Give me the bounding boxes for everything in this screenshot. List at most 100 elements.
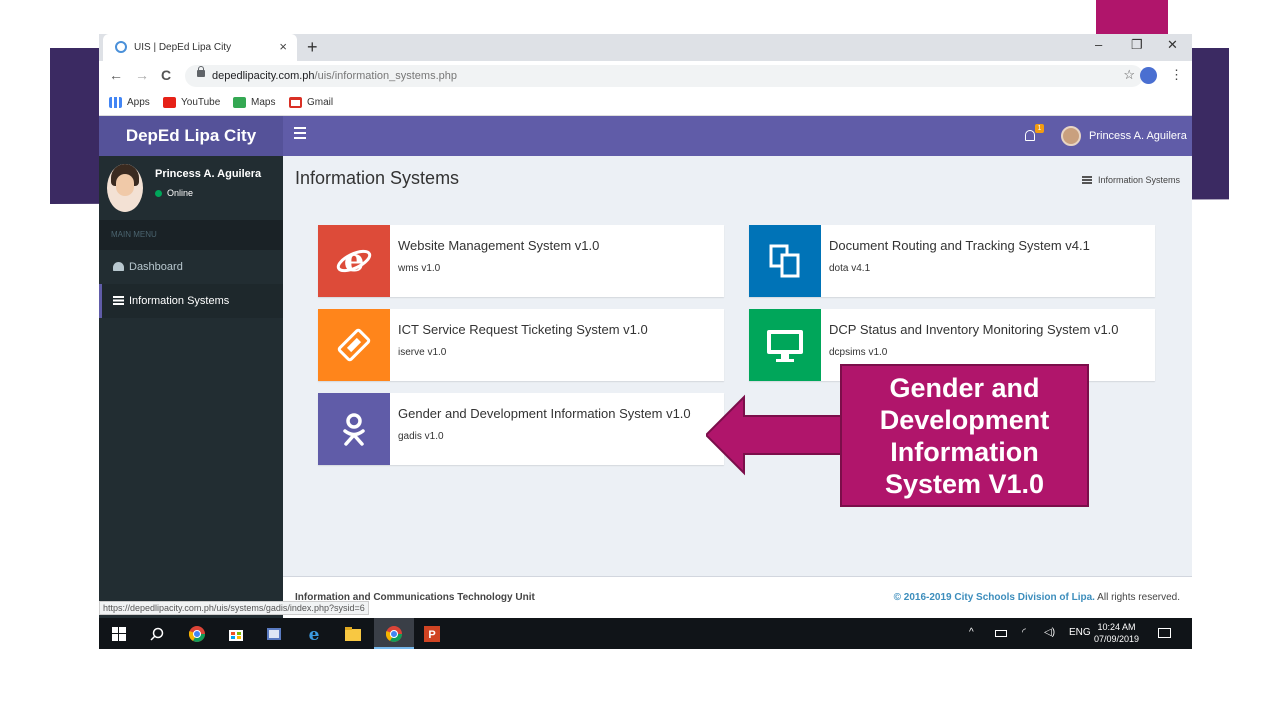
card-subtitle: wms v1.0 bbox=[398, 263, 441, 274]
status-bar-url: https://depedlipacity.com.ph/uis/systems… bbox=[99, 601, 369, 615]
notifications-icon[interactable] bbox=[1158, 628, 1171, 638]
list-icon bbox=[113, 296, 124, 305]
new-tab-button[interactable]: + bbox=[307, 37, 318, 58]
tab-bar: UIS | DepEd Lipa City × + – ❐ ✕ bbox=[99, 34, 1192, 61]
sidebar: Princess A. Aguilera Online MAIN MENU Da… bbox=[99, 156, 283, 649]
language-indicator[interactable]: ENG bbox=[1069, 627, 1091, 638]
powerpoint-icon[interactable]: P bbox=[423, 625, 441, 643]
presentation-slide: UIS | DepEd Lipa City × + – ❐ ✕ ← → C de… bbox=[0, 0, 1280, 720]
clock-time: 10:24 AM bbox=[1097, 622, 1136, 632]
edge-browser-icon[interactable]: e bbox=[305, 625, 323, 643]
card-subtitle: dcpsims v1.0 bbox=[829, 347, 888, 358]
windows-start-icon[interactable] bbox=[110, 625, 128, 643]
header-user-name[interactable]: Princess A. Aguilera bbox=[1089, 130, 1187, 142]
breadcrumb: Information Systems bbox=[1081, 175, 1180, 185]
tab-title: UIS | DepEd Lipa City bbox=[134, 42, 232, 53]
system-card-iserve[interactable]: ICT Service Request Ticketing System v1.… bbox=[318, 309, 724, 381]
browser-screenshot: UIS | DepEd Lipa City × + – ❐ ✕ ← → C de… bbox=[99, 34, 1192, 649]
clock-date: 07/09/2019 bbox=[1094, 634, 1140, 644]
svg-text:e: e bbox=[309, 626, 320, 642]
system-clock[interactable]: 10:24 AM 07/09/2019 bbox=[1094, 621, 1139, 645]
tray-chevron-icon[interactable]: ^ bbox=[969, 627, 974, 638]
browser-tab[interactable]: UIS | DepEd Lipa City × bbox=[103, 34, 297, 61]
forward-button[interactable]: → bbox=[135, 67, 149, 83]
bookmark-label: Maps bbox=[251, 97, 276, 108]
rights-text: All rights reserved. bbox=[1094, 592, 1180, 603]
menu-header: MAIN MENU bbox=[99, 220, 283, 250]
card-title: Document Routing and Tracking System v4.… bbox=[829, 238, 1090, 253]
copyright-link[interactable]: © 2016-2019 City Schools Division of Lip… bbox=[894, 592, 1095, 603]
status-text: Online bbox=[167, 188, 194, 198]
url-domain: depedlipacity.com.ph bbox=[212, 70, 315, 82]
minimize-button[interactable]: – bbox=[1095, 37, 1102, 52]
notification-badge: 1 bbox=[1035, 124, 1044, 133]
chrome-icon[interactable] bbox=[188, 625, 206, 643]
sidebar-item-information-systems[interactable]: Information Systems bbox=[99, 284, 283, 318]
search-icon[interactable] bbox=[148, 625, 166, 643]
odnoklassniki-icon bbox=[318, 393, 390, 465]
close-window-button[interactable]: ✕ bbox=[1167, 37, 1178, 53]
card-subtitle: iserve v1.0 bbox=[398, 347, 447, 358]
url-path: /uis/information_systems.php bbox=[314, 70, 457, 82]
store-icon[interactable] bbox=[227, 625, 245, 643]
sidebar-item-label: Dashboard bbox=[129, 261, 183, 273]
ticket-icon bbox=[318, 309, 390, 381]
reload-button[interactable]: C bbox=[161, 67, 171, 83]
bookmark-maps[interactable]: Maps bbox=[233, 97, 275, 108]
battery-icon[interactable] bbox=[995, 630, 1007, 637]
bookmark-gmail[interactable]: Gmail bbox=[289, 97, 333, 108]
sidebar-item-dashboard[interactable]: Dashboard bbox=[99, 250, 283, 284]
page-title: Information Systems bbox=[295, 168, 460, 188]
notification-bell-icon[interactable] bbox=[1025, 130, 1035, 141]
chrome-icon[interactable] bbox=[385, 625, 403, 643]
sidebar-toggle-icon[interactable] bbox=[294, 127, 306, 142]
dashboard-icon bbox=[113, 262, 124, 271]
svg-text:e: e bbox=[344, 242, 364, 279]
bookmark-label: Apps bbox=[127, 97, 150, 108]
browser-menu-icon[interactable]: ⋮ bbox=[1170, 67, 1183, 83]
callout-text: Gender and Development Information Syste… bbox=[879, 373, 1050, 499]
address-toolbar: ← → C depedlipacity.com.ph/uis/informati… bbox=[99, 61, 1192, 91]
bookmark-apps[interactable]: Apps bbox=[109, 97, 150, 108]
callout-arrow-icon bbox=[706, 394, 845, 476]
bookmark-youtube[interactable]: YouTube bbox=[163, 97, 220, 108]
breadcrumb-label: Information Systems bbox=[1097, 175, 1180, 185]
apps-grid-icon bbox=[109, 97, 122, 108]
wifi-icon[interactable]: ◜ bbox=[1022, 627, 1026, 638]
app-header: DepEd Lipa City 1 Princess A. Aguilera bbox=[99, 116, 1192, 156]
back-button[interactable]: ← bbox=[109, 67, 123, 83]
file-explorer-icon[interactable] bbox=[344, 625, 362, 643]
bookmark-label: Gmail bbox=[307, 97, 334, 108]
sidebar-user-name: Princess A. Aguilera bbox=[155, 168, 262, 180]
profile-avatar[interactable] bbox=[1140, 67, 1157, 84]
app-icon[interactable] bbox=[265, 625, 283, 643]
header-avatar[interactable] bbox=[1061, 126, 1081, 146]
url-field[interactable]: depedlipacity.com.ph/uis/information_sys… bbox=[185, 65, 1143, 87]
system-card-gadis[interactable]: Gender and Development Information Syste… bbox=[318, 393, 724, 465]
maps-icon bbox=[233, 97, 246, 108]
sidebar-item-label: Information Systems bbox=[129, 295, 230, 307]
callout-annotation: Gender and Development Information Syste… bbox=[706, 364, 1089, 507]
bookmark-star-icon[interactable]: ☆ bbox=[1123, 67, 1135, 83]
system-card-wms[interactable]: e Website Management System v1.0 wms v1.… bbox=[318, 225, 724, 297]
internet-explorer-icon: e bbox=[318, 225, 390, 297]
online-dot-icon bbox=[155, 189, 162, 197]
documents-icon bbox=[749, 225, 821, 297]
slide-decoration-accent bbox=[1096, 0, 1168, 34]
youtube-icon bbox=[163, 97, 176, 108]
card-subtitle: gadis v1.0 bbox=[398, 431, 444, 442]
online-status: Online bbox=[155, 188, 193, 198]
card-title: DCP Status and Inventory Monitoring Syst… bbox=[829, 322, 1119, 337]
restore-button[interactable]: ❐ bbox=[1131, 37, 1143, 53]
bookmarks-bar: Apps YouTube Maps Gmail bbox=[99, 91, 1192, 116]
gmail-icon bbox=[289, 97, 302, 108]
card-title: Website Management System v1.0 bbox=[398, 238, 600, 253]
page-footer: Information and Communications Technolog… bbox=[283, 576, 1192, 618]
site-favicon-icon bbox=[115, 41, 127, 53]
brand-logo[interactable]: DepEd Lipa City bbox=[99, 116, 283, 156]
tab-close-icon[interactable]: × bbox=[279, 39, 287, 54]
volume-icon[interactable]: ◁) bbox=[1044, 627, 1055, 638]
sidebar-avatar bbox=[107, 164, 143, 212]
lock-icon bbox=[197, 66, 205, 77]
system-card-dota[interactable]: Document Routing and Tracking System v4.… bbox=[749, 225, 1155, 297]
